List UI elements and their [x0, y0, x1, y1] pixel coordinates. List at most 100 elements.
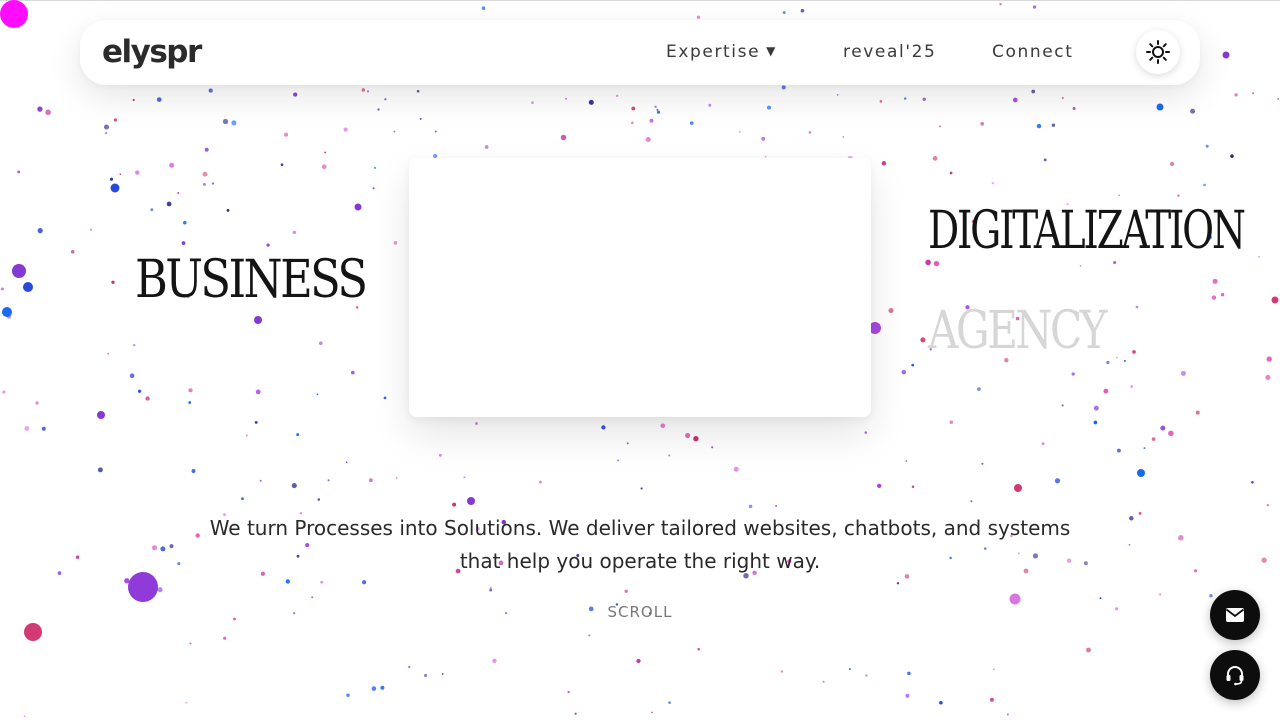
particle-dot — [1032, 5, 1037, 9]
particle-dot — [1271, 296, 1279, 304]
particle-dot — [111, 280, 115, 284]
particle-dot — [104, 131, 108, 135]
particle-dot — [1006, 713, 1009, 716]
particle-dot — [1115, 356, 1118, 359]
particle-dot — [911, 363, 915, 367]
particle-dot — [1129, 516, 1134, 521]
particle-dot — [245, 434, 248, 437]
theme-toggle-button[interactable] — [1136, 30, 1180, 74]
particle-dot — [1009, 593, 1021, 605]
particle-dot — [318, 341, 323, 346]
particle-dot — [980, 122, 984, 126]
particle-dot — [169, 162, 175, 168]
particle-dot — [616, 94, 619, 98]
particle-dot — [1195, 410, 1200, 415]
particle-dot — [1071, 372, 1075, 376]
particle-dot — [588, 634, 591, 637]
headset-icon — [1226, 666, 1244, 686]
particle-dot — [601, 425, 606, 430]
particle-dot — [685, 432, 691, 439]
particle-dot — [970, 500, 973, 503]
particle-dot — [424, 673, 428, 678]
particle-dot — [808, 131, 812, 134]
particle-dot — [668, 454, 671, 457]
particle-dot — [12, 264, 26, 278]
particle-dot — [920, 337, 926, 343]
nav-connect[interactable]: Connect — [992, 41, 1074, 63]
particle-dot — [651, 711, 653, 714]
particle-dot — [463, 476, 466, 479]
particle-dot — [434, 130, 437, 133]
particle-dot — [588, 99, 594, 105]
particle-dot — [343, 127, 348, 132]
particle-dot — [311, 596, 314, 599]
particle-dot — [23, 282, 33, 292]
particle-dot — [1212, 278, 1218, 284]
particle-dot — [1209, 594, 1213, 598]
particle-dot — [327, 479, 330, 482]
particle-dot — [226, 209, 230, 212]
particle-dot — [933, 260, 940, 267]
particle-dot — [1168, 430, 1174, 437]
particle-dot — [0, 0, 28, 28]
mail-button[interactable] — [1210, 590, 1260, 640]
particle-dot — [711, 446, 714, 449]
particle-dot — [254, 420, 258, 424]
navbar: elyspr Expertise ▼ reveal'25 Connect — [80, 20, 1200, 85]
particle-dot — [822, 680, 825, 683]
particle-dot — [1036, 123, 1042, 129]
particle-dot — [350, 370, 355, 375]
sun-icon — [1146, 40, 1170, 64]
particle-dot — [649, 118, 654, 123]
particle-dot — [888, 307, 894, 314]
support-chat-button[interactable] — [1210, 650, 1260, 700]
nav-expertise[interactable]: Expertise ▼ — [666, 41, 777, 64]
particle-dot — [254, 316, 262, 324]
particle-dot — [369, 478, 373, 483]
scroll-indicator[interactable]: SCROLL — [540, 603, 740, 621]
particle-dot — [631, 106, 636, 111]
particle-dot — [103, 124, 110, 130]
particle-dot — [292, 230, 297, 235]
particle-dot — [156, 97, 162, 102]
particle-dot — [1137, 469, 1145, 477]
particle-dot — [864, 431, 868, 434]
particle-dot — [1031, 89, 1036, 94]
particle-dot — [345, 461, 348, 464]
nav-reveal[interactable]: reveal'25 — [843, 41, 936, 63]
particle-dot — [567, 690, 570, 694]
particle-dot — [255, 389, 261, 395]
particle-dot — [361, 88, 365, 92]
particle-dot — [419, 117, 422, 120]
particle-dot — [191, 469, 196, 473]
particle-dot — [166, 201, 172, 207]
particle-dot — [708, 103, 712, 107]
hero-word-digitalization: DIGITALIZATION — [928, 201, 1246, 261]
particle-dot — [896, 582, 900, 585]
particle-dot — [169, 544, 174, 549]
particle-dot — [1115, 607, 1119, 611]
hero-tagline: We turn Processes into Solutions. We del… — [209, 516, 1071, 573]
particle-dot — [324, 151, 327, 154]
particle-dot — [1103, 388, 1109, 394]
particle-dot — [145, 396, 150, 401]
particle-dot — [879, 100, 883, 103]
particle-dot — [645, 136, 651, 143]
particle-dot — [1135, 305, 1139, 309]
particle-dot — [1128, 543, 1131, 546]
particle-dot — [1205, 144, 1209, 148]
particle-dot — [922, 97, 926, 102]
brand-logo[interactable]: elyspr — [102, 32, 202, 72]
particle-dot — [107, 352, 110, 355]
particle-dot — [1130, 385, 1133, 388]
particle-dot — [408, 665, 411, 669]
particle-dot — [1177, 194, 1180, 197]
particle-dot — [151, 545, 158, 551]
particle-dot — [766, 105, 772, 110]
particle-dot — [696, 15, 701, 19]
particle-dot — [1178, 535, 1184, 541]
particle-dot — [901, 369, 907, 375]
logo-text: elyspr — [102, 33, 202, 70]
particle-dot — [993, 668, 995, 671]
particle-dot — [317, 498, 321, 501]
